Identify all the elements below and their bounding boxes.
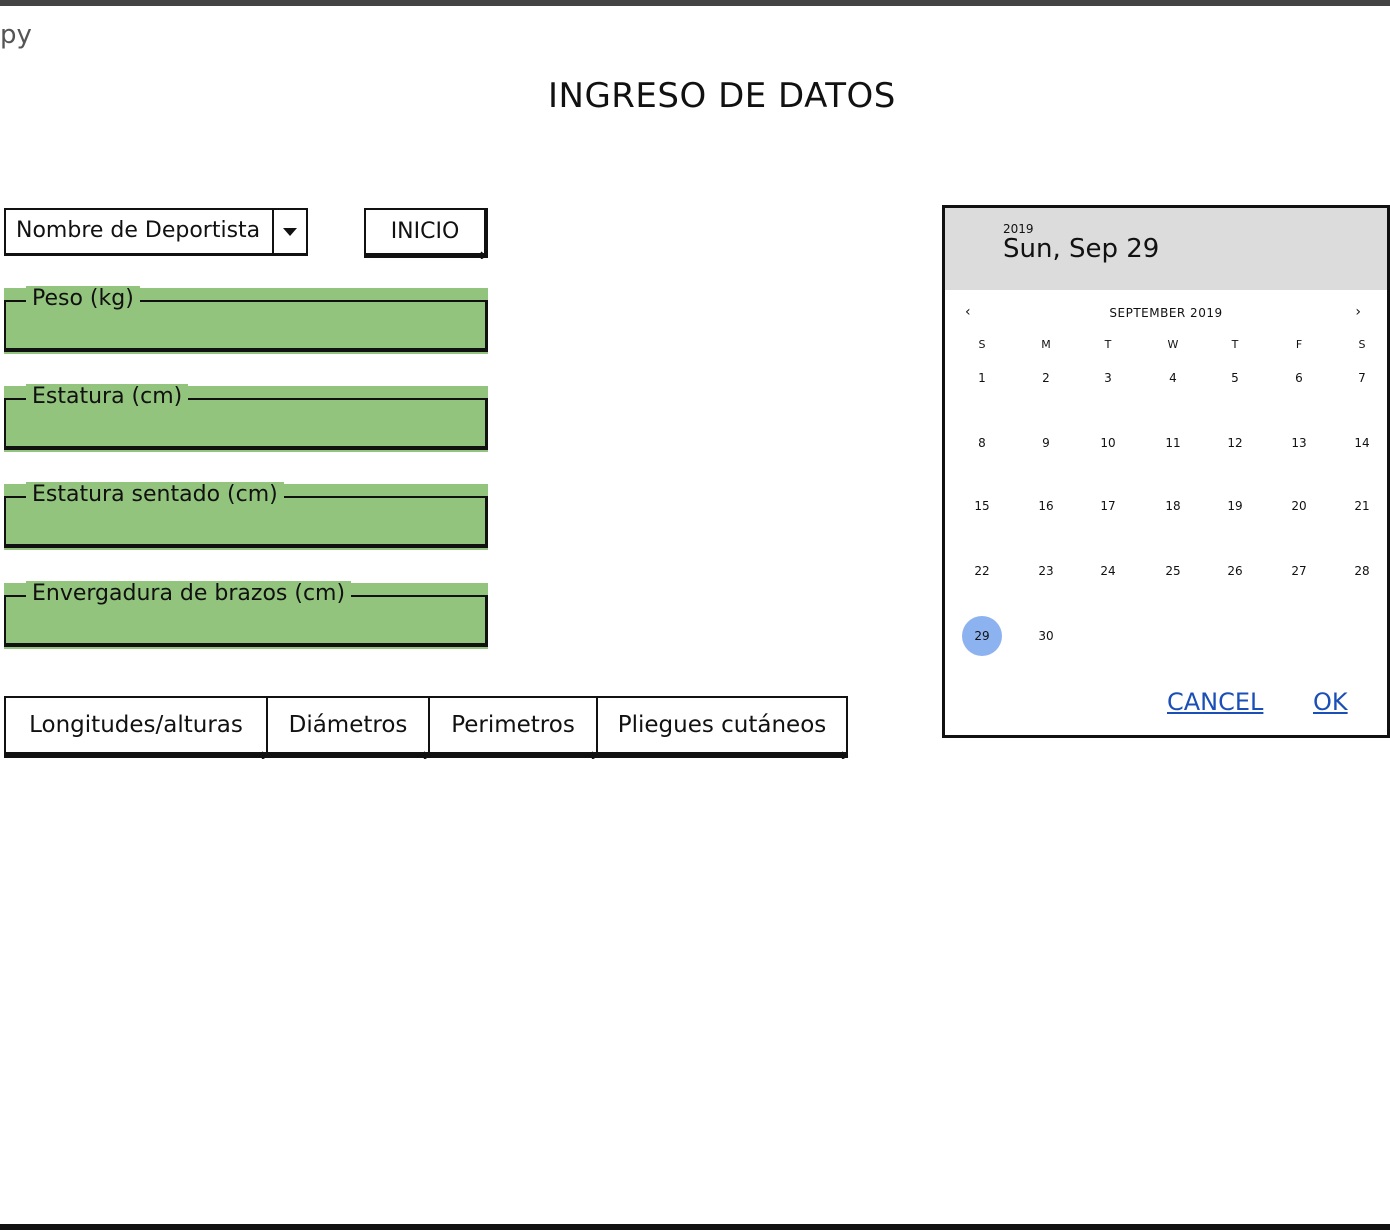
measurement-tabs: Longitudes/alturas Diámetros Perimetros … — [4, 696, 849, 762]
calendar-day[interactable]: 4 — [1153, 371, 1193, 385]
athlete-select[interactable]: Nombre de Deportista — [4, 208, 308, 256]
calendar-day[interactable]: 16 — [1026, 499, 1066, 513]
height-field[interactable]: Estatura (cm) — [4, 384, 488, 452]
weekday-header: T — [1231, 338, 1239, 351]
height-field-label: Estatura (cm) — [26, 384, 189, 410]
date-picker-month: SEPTEMBER 2019 — [1109, 306, 1223, 320]
calendar-day[interactable]: 7 — [1342, 371, 1382, 385]
tab-longitudes-label: Longitudes/alturas — [29, 712, 243, 738]
calendar-day[interactable]: 20 — [1279, 499, 1319, 513]
calendar-day[interactable]: 23 — [1026, 564, 1066, 578]
calendar-day[interactable]: 13 — [1279, 436, 1319, 450]
calendar-day[interactable]: 11 — [1153, 436, 1193, 450]
calendar-day[interactable]: 25 — [1153, 564, 1193, 578]
calendar-day[interactable]: 17 — [1088, 499, 1128, 513]
calendar-day[interactable]: 3 — [1088, 371, 1128, 385]
weight-field-label: Peso (kg) — [26, 286, 140, 312]
calendar-day[interactable]: 26 — [1215, 564, 1255, 578]
weekday-header: S — [978, 338, 986, 351]
cancel-button[interactable]: CANCEL — [1167, 688, 1263, 716]
calendar-day[interactable]: 1 — [962, 371, 1002, 385]
weekday-header: W — [1167, 338, 1179, 351]
calendar-day[interactable]: 8 — [962, 436, 1002, 450]
calendar-day-selected[interactable]: 29 — [962, 629, 1002, 643]
calendar-day[interactable]: 22 — [962, 564, 1002, 578]
arm-span-field[interactable]: Envergadura de brazos (cm) — [4, 581, 488, 649]
weekday-header: T — [1104, 338, 1112, 351]
calendar-day[interactable]: 2 — [1026, 371, 1066, 385]
calendar-day[interactable]: 5 — [1215, 371, 1255, 385]
tab-pliegues-label: Pliegues cutáneos — [617, 712, 827, 738]
window-bottom-bar — [0, 1224, 1390, 1230]
date-picker: 2019 Sun, Sep 29 ‹ SEPTEMBER 2019 › SMTW… — [942, 205, 1390, 738]
calendar-day[interactable]: 19 — [1215, 499, 1255, 513]
calendar-day[interactable]: 6 — [1279, 371, 1319, 385]
calendar-day[interactable]: 12 — [1215, 436, 1255, 450]
ok-button[interactable]: OK — [1313, 688, 1348, 716]
chevron-right-icon[interactable]: › — [1355, 304, 1361, 320]
tab-longitudes[interactable]: Longitudes/alturas — [4, 696, 269, 759]
tab-diametros-label: Diámetros — [288, 712, 408, 738]
corner-arrow-icon — [832, 751, 849, 759]
caret-down-icon[interactable] — [272, 210, 306, 253]
app-title: py — [0, 20, 32, 50]
calendar-day[interactable]: 9 — [1026, 436, 1066, 450]
calendar-day[interactable]: 24 — [1088, 564, 1128, 578]
weight-field[interactable]: Peso (kg) — [4, 286, 488, 354]
calendar-day[interactable]: 15 — [962, 499, 1002, 513]
tab-perimetros-label: Perimetros — [451, 712, 575, 738]
calendar-day[interactable]: 30 — [1026, 629, 1066, 643]
sitting-height-field[interactable]: Estatura sentado (cm) — [4, 482, 488, 550]
calendar-day[interactable]: 21 — [1342, 499, 1382, 513]
weekday-header: M — [1041, 338, 1051, 351]
date-picker-selected-date: Sun, Sep 29 — [1003, 234, 1160, 264]
calendar-day[interactable]: 14 — [1342, 436, 1382, 450]
weekday-header: S — [1358, 338, 1366, 351]
calendar-day[interactable]: 28 — [1342, 564, 1382, 578]
start-button-label: INICIO — [390, 219, 460, 244]
date-picker-header: 2019 Sun, Sep 29 — [945, 208, 1387, 290]
calendar-day[interactable]: 18 — [1153, 499, 1193, 513]
calendar-day[interactable]: 10 — [1088, 436, 1128, 450]
tab-diametros[interactable]: Diámetros — [266, 696, 431, 759]
arm-span-field-label: Envergadura de brazos (cm) — [26, 581, 352, 607]
window-top-bar — [0, 0, 1390, 6]
start-button[interactable]: INICIO — [364, 208, 488, 259]
weekday-header: F — [1295, 338, 1303, 351]
calendar-day[interactable]: 27 — [1279, 564, 1319, 578]
athlete-select-value: Nombre de Deportista — [16, 218, 261, 243]
page-title: INGRESO DE DATOS — [548, 76, 896, 116]
tab-pliegues[interactable]: Pliegues cutáneos — [596, 696, 849, 759]
corner-arrow-icon — [474, 251, 487, 259]
sitting-height-field-label: Estatura sentado (cm) — [26, 482, 284, 508]
tab-perimetros[interactable]: Perimetros — [428, 696, 599, 759]
